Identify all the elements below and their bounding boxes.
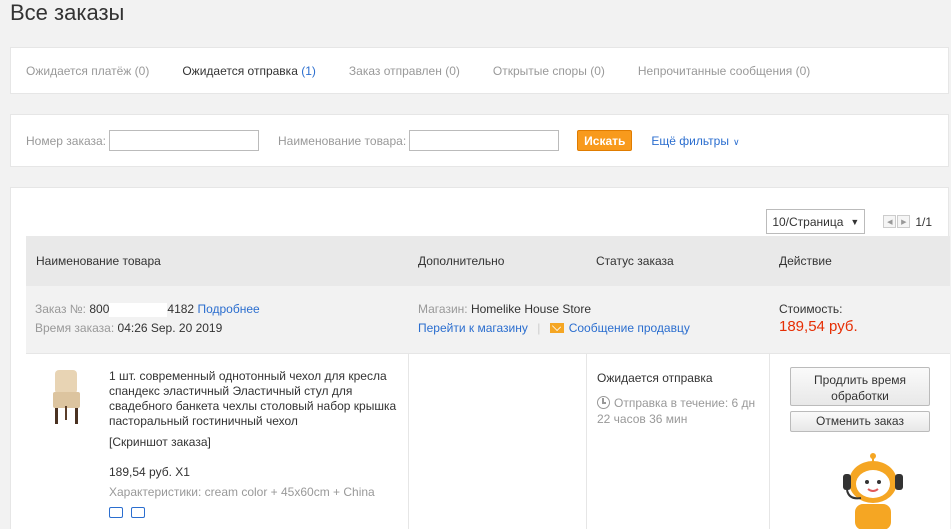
cancel-order-button[interactable]: Отменить заказ [790,411,930,432]
order-time-label: Время заказа: [35,321,115,335]
tab-count: (0) [795,63,811,78]
table-header: Наименование товара Дополнительно Статус… [26,236,950,286]
tab-count: (0) [445,63,460,78]
product-name-input[interactable] [409,130,560,151]
message-seller-link[interactable]: Сообщение продавцу [569,321,690,335]
tab-label: Ожидается отправка [182,63,298,78]
mail-icon [549,323,564,333]
per-page-value: 10/Страница [772,214,844,229]
order-number-prefix: 800 [89,302,110,316]
more-filters-link[interactable]: Ещё фильтры ∨ [651,134,739,148]
order-header: Заказ №: 800 4182 Подробнее Время заказа:… [26,286,950,354]
store-name: Homelike House Store [470,302,592,316]
redacted-block [109,302,168,317]
item-properties: Характеристики: cream color + 45x60cm + … [109,485,375,499]
order-time: Время заказа: 04:26 Sep. 20 2019 [35,321,222,335]
tab-label: Ожидается платёж [26,63,132,78]
order-status: Ожидается отправка [597,371,713,385]
order-number-label: Заказ №: [35,302,87,316]
chevron-down-icon: ∨ [732,136,740,147]
store-card-icon[interactable] [131,507,145,518]
tab-count: (1) [301,63,316,78]
col-status: Статус заказа [596,254,674,268]
tab-open-disputes[interactable]: Открытые споры (0) [493,64,605,78]
per-page-select[interactable]: 10/Страница ▼ [766,209,866,234]
dropdown-arrow-icon: ▼ [850,216,860,227]
tab-awaiting-shipment[interactable]: Ожидается отправка (1) [182,64,316,78]
next-page-icon[interactable]: ▶ [897,215,911,228]
clock-icon [597,396,610,409]
prev-page-icon[interactable]: ◀ [883,215,897,228]
cost-label: Стоимость: [779,302,843,316]
order-number-label: Номер заказа: [26,133,107,148]
tab-label: Заказ отправлен [348,63,442,78]
tab-label: Открытые споры [492,63,587,78]
shipping-timer: Отправка в течение: 6 дн 22 часов 36 мин [597,395,769,427]
order-status-tabs: Ожидается платёж (0) Ожидается отправка … [10,47,949,94]
search-button[interactable]: Искать [577,130,633,151]
column-divider [586,354,587,529]
pagination: 10/Страница ▼ ◀ ▶ 1/1 [766,209,932,234]
tab-awaiting-payment[interactable]: Ожидается платёж (0) [26,64,149,78]
product-image[interactable] [46,368,88,426]
page-count: 1/1 [915,214,932,229]
item-price-qty: 189,54 руб. X1 [109,465,190,479]
store-links: Перейти к магазину | Сообщение продавцу [418,321,690,335]
tab-unread-messages[interactable]: Непрочитанные сообщения (0) [638,64,810,78]
link-separator: | [537,321,541,335]
tab-shipped[interactable]: Заказ отправлен (0) [349,64,460,78]
store-label: Магазин: [418,302,468,316]
product-name-label: Наименование товара: [278,133,407,148]
order-item-row: 1 шт. современный однотонный чехол для к… [26,354,950,529]
order-number-input[interactable] [109,130,260,151]
column-divider [769,354,770,529]
item-icons [109,507,145,518]
order-number-suffix: 4182 [167,302,195,316]
page-title: Все заказы [10,0,125,25]
order-number: Заказ №: 800 4182 Подробнее [35,302,260,317]
order-details-link[interactable]: Подробнее [197,302,259,316]
column-divider [408,354,409,529]
col-product: Наименование товара [36,254,161,268]
order-time-value: 04:26 Sep. 20 2019 [117,321,223,335]
col-additional: Дополнительно [418,254,505,268]
order-snapshot-link[interactable]: [Скриншот заказа] [109,435,211,449]
extend-processing-button[interactable]: Продлить время обработки [790,367,930,406]
assistant-robot-icon[interactable] [837,452,909,529]
more-filters-label: Ещё фильтры [651,133,729,148]
tab-count: (0) [590,63,605,78]
tab-count: (0) [134,63,150,78]
timer-text: Отправка в течение: 6 дн 22 часов 36 мин [597,396,756,426]
delivery-truck-icon[interactable] [109,507,123,518]
tab-label: Непрочитанные сообщения [637,63,793,78]
product-title-link[interactable]: 1 шт. современный однотонный чехол для к… [109,369,407,429]
cost-value: 189,54 руб. [779,318,858,335]
filter-bar: Номер заказа: Наименование товара: Искат… [10,114,949,167]
col-action: Действие [779,254,832,268]
orders-panel: 10/Страница ▼ ◀ ▶ 1/1 Наименование товар… [10,187,950,529]
go-to-store-link[interactable]: Перейти к магазину [418,321,528,335]
store-info: Магазин: Homelike House Store [418,302,591,316]
